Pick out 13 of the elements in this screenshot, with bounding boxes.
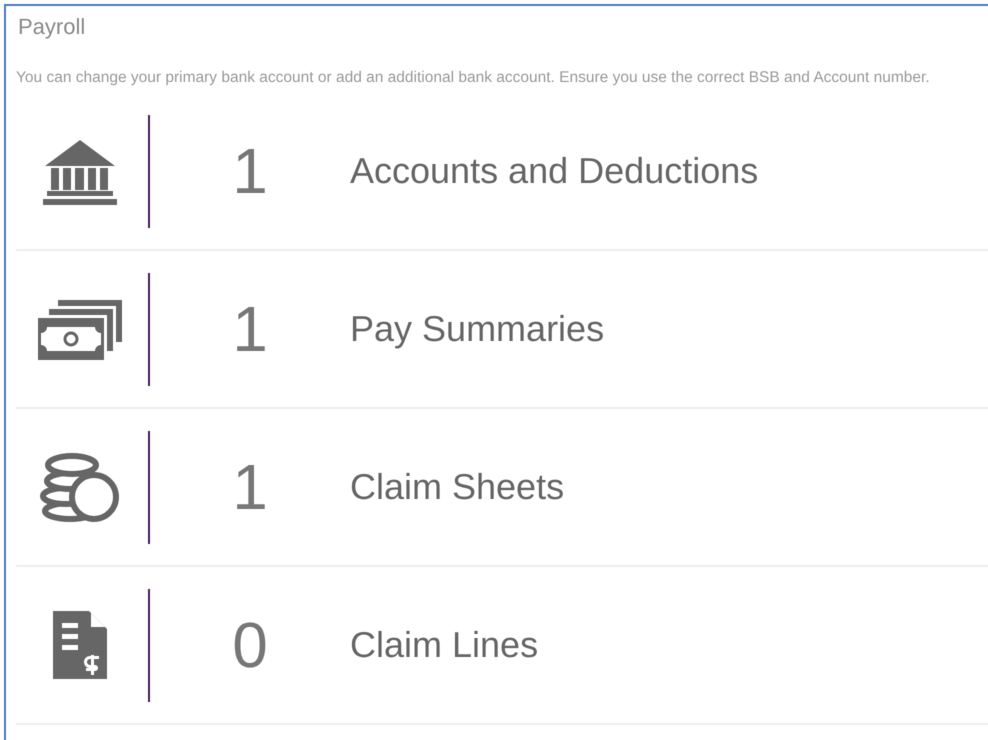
item-label[interactable]: Pay Summaries bbox=[350, 302, 604, 356]
item-count: 0 bbox=[231, 613, 269, 678]
panel-title: Payroll bbox=[18, 14, 86, 40]
invoice-icon bbox=[51, 609, 109, 682]
money-stack-icon bbox=[38, 298, 122, 360]
description-text: You can change your primary bank account or add an additional bank account. Ensure you use the correct BSB and Account number. bbox=[16, 68, 931, 88]
coins-icon bbox=[40, 451, 120, 524]
item-label[interactable]: Claim Sheets bbox=[350, 460, 564, 514]
item-label[interactable]: Claim Lines bbox=[350, 618, 538, 672]
item-count: 1 bbox=[231, 297, 269, 362]
item-label[interactable]: Accounts and Deductions bbox=[350, 144, 758, 198]
item-count: 1 bbox=[231, 139, 269, 204]
item-count: 1 bbox=[231, 455, 269, 520]
